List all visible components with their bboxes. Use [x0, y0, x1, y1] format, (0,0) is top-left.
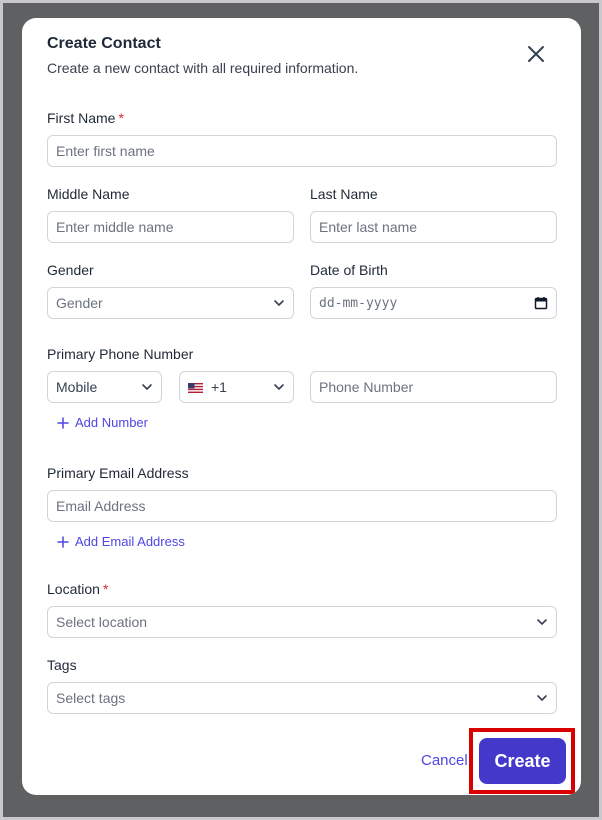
- country-code-select[interactable]: +1: [179, 371, 294, 403]
- cancel-button[interactable]: Cancel: [421, 752, 468, 769]
- chevron-down-icon: [537, 695, 547, 701]
- plus-icon: [57, 535, 69, 548]
- chevron-down-icon: [274, 384, 284, 390]
- tags-select[interactable]: Select tags: [47, 682, 557, 714]
- country-code-value: +1: [188, 379, 227, 395]
- gender-value: Gender: [56, 295, 103, 311]
- middle-name-placeholder: Enter middle name: [56, 219, 174, 235]
- dob-placeholder: dd-mm-yyyy: [319, 295, 398, 311]
- required-asterisk: *: [102, 581, 109, 597]
- first-name-label: First Name *: [47, 110, 124, 126]
- chevron-down-icon: [274, 300, 284, 306]
- add-email-button[interactable]: Add Email Address: [57, 534, 185, 549]
- close-icon[interactable]: [525, 43, 547, 65]
- middle-name-input[interactable]: Enter middle name: [47, 211, 294, 243]
- phone-number-placeholder: Phone Number: [319, 379, 414, 395]
- add-number-button[interactable]: Add Number: [57, 415, 148, 430]
- dob-input[interactable]: dd-mm-yyyy: [310, 287, 557, 319]
- email-label: Primary Email Address: [47, 465, 189, 481]
- location-select[interactable]: Select location: [47, 606, 557, 638]
- create-contact-dialog: Create Contact Create a new contact with…: [22, 18, 581, 795]
- tags-placeholder: Select tags: [56, 690, 126, 706]
- dob-label: Date of Birth: [310, 262, 388, 278]
- last-name-placeholder: Enter last name: [319, 219, 418, 235]
- plus-icon: [57, 416, 69, 429]
- chevron-down-icon: [142, 384, 152, 390]
- location-placeholder: Select location: [56, 614, 148, 630]
- us-flag-icon: [188, 383, 203, 394]
- country-code-text: +1: [211, 379, 227, 395]
- dialog-title: Create Contact: [47, 35, 161, 52]
- dialog-subtitle: Create a new contact with all required i…: [47, 60, 359, 76]
- phone-label: Primary Phone Number: [47, 346, 194, 362]
- chevron-down-icon: [537, 619, 547, 625]
- required-asterisk: *: [118, 110, 124, 126]
- add-email-label: Add Email Address: [75, 534, 185, 549]
- calendar-icon[interactable]: [534, 296, 548, 310]
- add-number-label: Add Number: [75, 415, 148, 430]
- phone-type-select[interactable]: Mobile: [47, 371, 162, 403]
- email-input[interactable]: Email Address: [47, 490, 557, 522]
- gender-select[interactable]: Gender: [47, 287, 294, 319]
- last-name-label: Last Name: [310, 186, 378, 202]
- phone-type-value: Mobile: [56, 379, 98, 395]
- create-button[interactable]: Create: [479, 738, 566, 784]
- gender-label: Gender: [47, 262, 94, 278]
- last-name-input[interactable]: Enter last name: [310, 211, 557, 243]
- phone-number-input[interactable]: Phone Number: [310, 371, 557, 403]
- middle-name-label: Middle Name: [47, 186, 130, 202]
- first-name-input[interactable]: Enter first name: [47, 135, 557, 167]
- first-name-placeholder: Enter first name: [56, 143, 155, 159]
- email-placeholder: Email Address: [56, 498, 146, 514]
- tags-label: Tags: [47, 657, 77, 673]
- location-label: Location *: [47, 581, 109, 597]
